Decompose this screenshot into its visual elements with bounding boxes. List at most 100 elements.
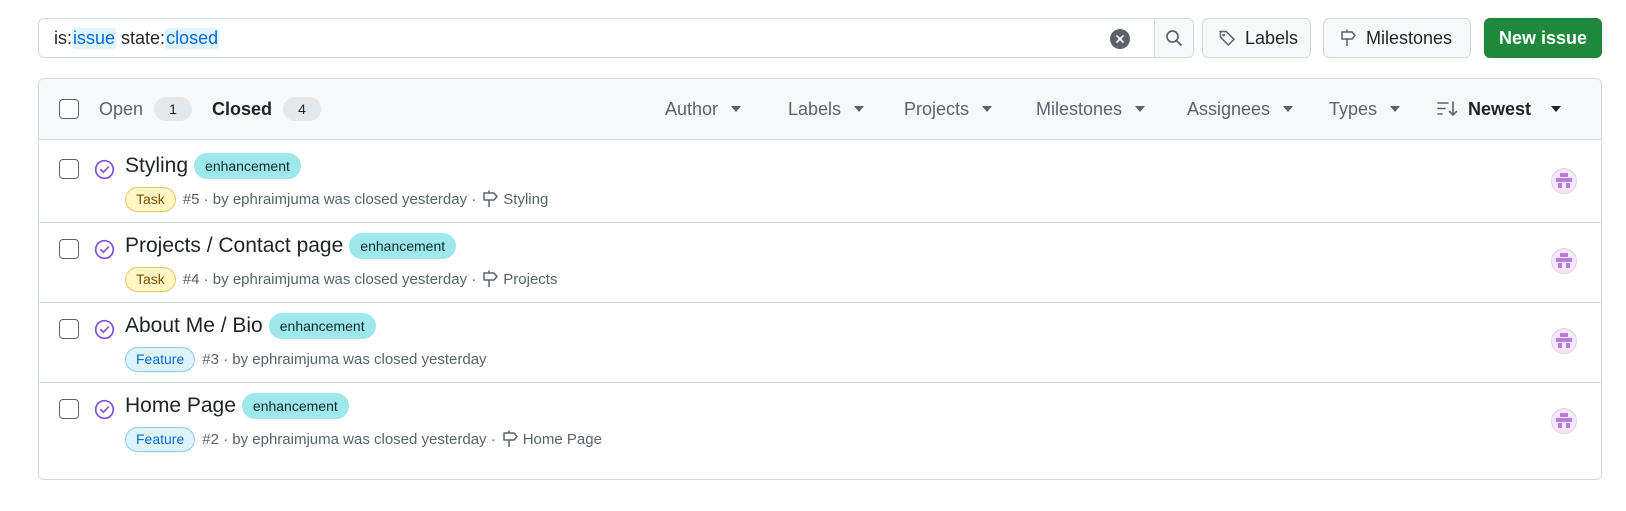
type-badge[interactable]: Task	[125, 186, 176, 212]
issue-closed-icon	[94, 159, 115, 180]
new-issue-button[interactable]: New issue	[1484, 18, 1602, 58]
open-count: 1	[154, 97, 193, 121]
tab-open[interactable]: Open 1	[99, 79, 193, 139]
filter-label: Projects	[904, 98, 970, 119]
issue-title-line: Styling enhancement	[125, 151, 301, 181]
search-query[interactable]: is: issue state: closed	[54, 19, 220, 57]
triangle-down-icon	[731, 106, 742, 112]
filter-label: Assignees	[1187, 98, 1271, 119]
milestone-icon	[483, 270, 499, 287]
search-icon	[1166, 30, 1182, 46]
labels-button-label: Labels	[1245, 27, 1299, 48]
sort-desc-icon	[1437, 100, 1459, 118]
issue-checkbox[interactable]	[59, 319, 79, 339]
query-value: issue	[72, 27, 117, 49]
issue-meta: Feature #3 · by ephraimjuma was closed y…	[125, 346, 487, 372]
labels-button[interactable]: Labels	[1202, 18, 1311, 58]
issues-list: Open 1 Closed 4 Author Labels Projects M…	[38, 78, 1602, 480]
issue-meta: Task #5 · by ephraimjuma was closed yest…	[125, 186, 548, 212]
identicon-icon	[1556, 333, 1572, 348]
issue-checkbox[interactable]	[59, 239, 79, 259]
query-key: is:	[54, 27, 72, 48]
type-badge[interactable]: Feature	[125, 426, 196, 452]
issue-meta-text: #2 · by ephraimjuma was closed yesterday…	[202, 430, 496, 448]
filter-label: Milestones	[1036, 98, 1123, 119]
tab-open-label: Open	[99, 98, 144, 119]
assignee-avatar[interactable]	[1551, 328, 1577, 354]
new-issue-button-label: New issue	[1498, 27, 1588, 48]
sort-dropdown[interactable]: Newest	[1437, 79, 1562, 139]
type-badge[interactable]: Feature	[125, 346, 196, 372]
filter-projects[interactable]: Projects	[904, 79, 993, 139]
filter-assignees[interactable]: Assignees	[1187, 79, 1294, 139]
sort-label: Newest	[1468, 98, 1532, 119]
issue-meta-text: #3 · by ephraimjuma was closed yesterday	[202, 350, 487, 368]
issue-title[interactable]: Projects / Contact page	[125, 234, 343, 258]
issue-meta: Task #4 · by ephraimjuma was closed yest…	[125, 266, 557, 292]
issue-checkbox[interactable]	[59, 399, 79, 419]
filter-label: Author	[665, 98, 719, 119]
select-all-checkbox[interactable]	[59, 99, 79, 119]
tag-icon	[1218, 29, 1236, 47]
label-enhancement[interactable]: enhancement	[194, 153, 301, 179]
issue-title-line: About Me / Bio enhancement	[125, 311, 376, 341]
issue-row[interactable]: Projects / Contact page enhancement Task…	[39, 220, 1601, 303]
query-key: state:	[116, 27, 166, 48]
tab-closed-label: Closed	[212, 98, 273, 119]
issue-title-line: Home Page enhancement	[125, 391, 349, 421]
closed-count: 4	[283, 97, 322, 121]
milestone-icon	[502, 430, 518, 447]
identicon-icon	[1556, 413, 1572, 428]
filter-types[interactable]: Types	[1329, 79, 1401, 139]
label-enhancement[interactable]: enhancement	[349, 233, 457, 259]
issue-title[interactable]: About Me / Bio	[125, 314, 263, 338]
label-enhancement[interactable]: enhancement	[268, 313, 376, 339]
triangle-down-icon	[1283, 106, 1294, 112]
issue-meta: Feature #2 · by ephraimjuma was closed y…	[125, 426, 602, 452]
filter-author[interactable]: Author	[665, 79, 742, 139]
triangle-down-icon	[1551, 106, 1562, 112]
milestones-button[interactable]: Milestones	[1323, 18, 1471, 58]
issue-meta-text: #5 · by ephraimjuma was closed yesterday…	[182, 190, 477, 208]
type-badge[interactable]: Task	[125, 266, 176, 292]
issue-title[interactable]: Home Page	[125, 394, 236, 418]
issue-title[interactable]: Styling	[125, 154, 188, 178]
milestone-icon	[483, 190, 499, 207]
issue-row[interactable]: About Me / Bio enhancement Feature #3 · …	[39, 300, 1601, 383]
triangle-down-icon	[854, 106, 865, 112]
query-value: closed	[165, 27, 220, 49]
issue-milestone-link[interactable]: Styling	[481, 190, 548, 208]
milestone-name: Projects	[503, 270, 558, 288]
assignee-avatar[interactable]	[1551, 168, 1577, 194]
milestone-name: Styling	[503, 190, 549, 208]
issues-list-header: Open 1 Closed 4 Author Labels Projects M…	[39, 79, 1601, 140]
triangle-down-icon	[1135, 106, 1146, 112]
issue-row[interactable]: Styling enhancement Task #5 · by ephraim…	[39, 140, 1601, 223]
assignee-avatar[interactable]	[1551, 248, 1577, 274]
issue-milestone-link[interactable]: Projects	[481, 270, 557, 288]
issue-checkbox[interactable]	[59, 159, 79, 179]
milestone-name: Home Page	[522, 430, 602, 448]
triangle-down-icon	[982, 106, 993, 112]
clear-search-button[interactable]	[1110, 29, 1130, 49]
top-bar: is: issue state: closed Labels Milestones …	[38, 18, 1602, 58]
search-button[interactable]	[1154, 19, 1193, 57]
identicon-icon	[1556, 253, 1572, 268]
filter-labels[interactable]: Labels	[788, 79, 865, 139]
filter-label: Types	[1329, 98, 1378, 119]
filter-milestones[interactable]: Milestones	[1036, 79, 1146, 139]
label-enhancement[interactable]: enhancement	[241, 393, 349, 419]
search-input[interactable]: is: issue state: closed	[38, 18, 1194, 58]
x-icon	[1116, 35, 1124, 43]
milestones-button-label: Milestones	[1366, 27, 1453, 48]
issue-milestone-link[interactable]: Home Page	[501, 430, 602, 448]
issue-title-line: Projects / Contact page enhancement	[125, 231, 457, 261]
issue-closed-icon	[94, 319, 115, 340]
issue-meta-text: #4 · by ephraimjuma was closed yesterday…	[182, 270, 477, 288]
milestone-icon	[1339, 29, 1357, 47]
issue-closed-icon	[94, 239, 115, 260]
issue-closed-icon	[94, 399, 115, 420]
tab-closed[interactable]: Closed 4	[212, 79, 322, 139]
assignee-avatar[interactable]	[1551, 408, 1577, 434]
issue-row[interactable]: Home Page enhancement Feature #2 · by ep…	[39, 380, 1601, 463]
